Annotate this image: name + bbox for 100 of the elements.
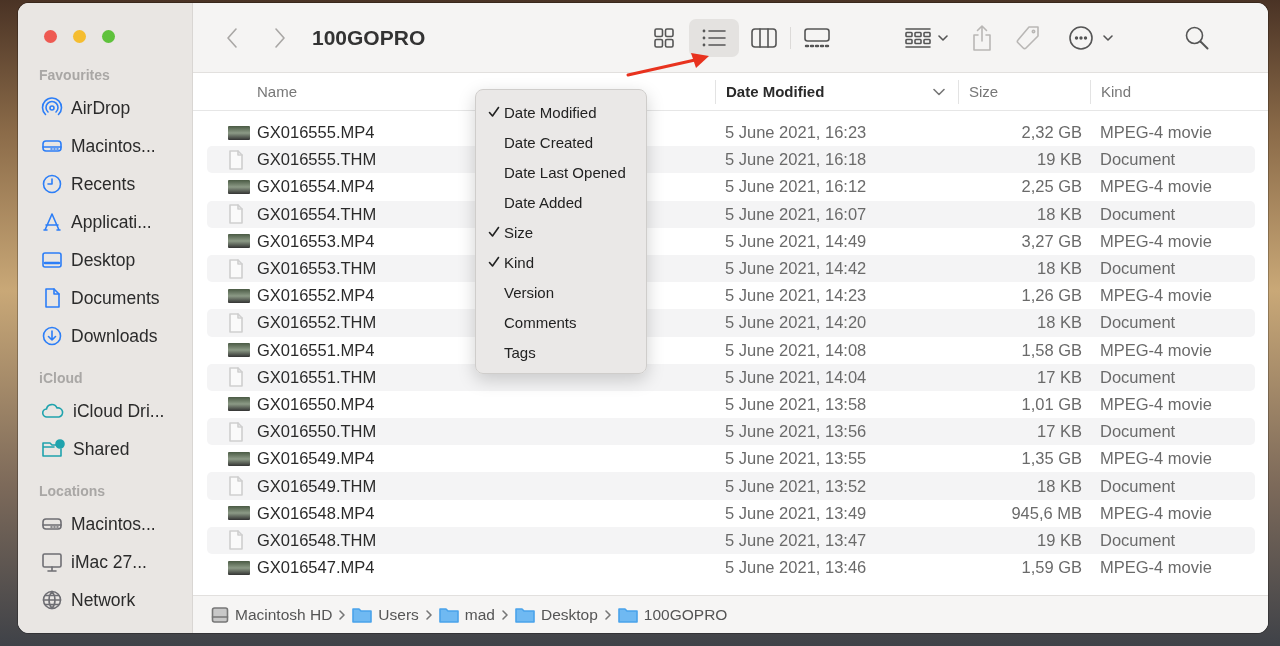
file-size: 2,32 GB [1020, 123, 1083, 143]
video-thumbnail [228, 179, 250, 194]
file-name: GX016555.MP4 [257, 123, 375, 143]
file-name: GX016550.MP4 [257, 394, 375, 414]
date-modified: 5 June 2021, 16:23 [724, 123, 868, 143]
file-size: 17 KB [1036, 367, 1083, 387]
date-modified: 5 June 2021, 14:49 [724, 231, 868, 251]
column-header[interactable]: Date Modified [715, 79, 958, 104]
sidebar-item[interactable]: Applicati... [71, 211, 152, 233]
sidebar-item[interactable]: Macintos... [71, 135, 156, 157]
file-size: 1,01 GB [1020, 394, 1083, 414]
forward-chevron-icon [273, 25, 287, 50]
date-modified: 5 June 2021, 14:20 [724, 313, 868, 333]
checkmark-icon [488, 256, 500, 268]
file-size: 18 KB [1036, 204, 1083, 224]
sidebar-item[interactable]: Shared [73, 438, 130, 460]
document-icon [228, 149, 244, 170]
file-kind: MPEG-4 movie [1099, 123, 1213, 143]
file-name: GX016547.MP4 [257, 558, 375, 578]
file-size: 945,6 MB [1010, 503, 1083, 523]
shared-folder-icon [41, 438, 65, 460]
file-name: GX016549.THM [257, 476, 377, 496]
sidebar-item[interactable]: Desktop [71, 249, 136, 271]
menu-item[interactable]: Comments [476, 307, 646, 337]
document-icon [228, 258, 244, 279]
file-kind: MPEG-4 movie [1099, 177, 1213, 197]
column-header[interactable]: Kind [1090, 79, 1255, 104]
menu-item[interactable]: Kind [476, 247, 646, 277]
download-icon [41, 325, 63, 347]
checkmark-icon [488, 106, 500, 118]
back-chevron-icon [225, 25, 239, 50]
menu-item[interactable]: Version [476, 277, 646, 307]
date-modified: 5 June 2021, 13:46 [724, 558, 868, 578]
file-name: GX016548.MP4 [257, 503, 375, 523]
sidebar-heading: Locations [38, 483, 106, 499]
file-name: GX016548.THM [257, 530, 377, 550]
document-icon [228, 530, 244, 551]
folder-icon [352, 606, 373, 623]
sidebar-item[interactable]: Macintos... [71, 513, 156, 535]
folder-icon [617, 606, 638, 623]
menu-item[interactable]: Date Created [476, 127, 646, 157]
date-modified: 5 June 2021, 14:23 [724, 286, 868, 306]
search-icon [1184, 24, 1211, 51]
file-kind: Document [1099, 422, 1177, 442]
date-modified: 5 June 2021, 16:12 [724, 177, 868, 197]
separator-chevron-icon [501, 608, 509, 621]
checkmark-icon [488, 226, 500, 238]
sidebar-item[interactable]: Downloads [71, 325, 158, 347]
path-item[interactable]: Desktop [541, 605, 598, 624]
file-name: GX016550.THM [257, 422, 377, 442]
date-modified: 5 June 2021, 14:08 [724, 340, 868, 360]
video-thumbnail [228, 451, 250, 466]
date-modified: 5 June 2021, 13:52 [724, 476, 868, 496]
file-kind: Document [1099, 204, 1177, 224]
clock-icon [41, 173, 63, 195]
sort-chevron-icon [933, 87, 945, 96]
path-item[interactable]: mad [464, 605, 495, 624]
menu-item[interactable]: Date Last Opened [476, 157, 646, 187]
path-item[interactable]: Macintosh HD [235, 605, 333, 624]
close-button[interactable] [44, 30, 57, 43]
file-kind: MPEG-4 movie [1099, 286, 1213, 306]
sidebar-heading: iCloud [38, 370, 83, 386]
sidebar-item[interactable]: Recents [71, 173, 136, 195]
file-name: GX016553.MP4 [257, 231, 375, 251]
view-button[interactable] [689, 18, 740, 57]
document-icon [228, 204, 244, 225]
file-kind: MPEG-4 movie [1099, 558, 1213, 578]
date-modified: 5 June 2021, 13:58 [724, 394, 868, 414]
file-name: GX016555.THM [257, 150, 377, 170]
file-kind: Document [1099, 150, 1177, 170]
file-kind: MPEG-4 movie [1099, 449, 1213, 469]
sidebar-item[interactable]: Network [71, 589, 136, 611]
menu-item[interactable]: Date Added [476, 187, 646, 217]
file-kind: MPEG-4 movie [1099, 394, 1213, 414]
date-modified: 5 June 2021, 13:47 [724, 530, 868, 550]
document-icon [228, 312, 244, 333]
date-modified: 5 June 2021, 14:42 [724, 259, 868, 279]
file-name: GX016552.MP4 [257, 286, 375, 306]
menu-item[interactable]: Tags [476, 337, 646, 367]
folder-icon [438, 606, 459, 623]
file-size: 1,35 GB [1020, 449, 1083, 469]
video-thumbnail [228, 560, 250, 575]
file-size: 1,59 GB [1020, 558, 1083, 578]
path-item[interactable]: Users [378, 605, 419, 624]
grid-view-icon [652, 25, 677, 50]
sidebar-item[interactable]: Documents [71, 287, 160, 309]
monitor-icon [41, 551, 63, 573]
file-kind: Document [1099, 367, 1177, 387]
gallery-view-icon [803, 25, 832, 50]
video-thumbnail [228, 506, 250, 521]
video-thumbnail [228, 125, 250, 140]
menu-item[interactable]: Size [476, 217, 646, 247]
date-modified: 5 June 2021, 13:55 [724, 449, 868, 469]
column-header[interactable]: Size [958, 79, 1090, 104]
path-item[interactable]: 100GOPRO [643, 605, 728, 624]
video-thumbnail [228, 288, 250, 303]
file-size: 19 KB [1036, 150, 1083, 170]
sidebar-item[interactable]: iCloud Dri... [73, 400, 165, 422]
sidebar-item[interactable]: AirDrop [71, 97, 131, 119]
sidebar-item[interactable]: iMac 27... [71, 551, 147, 573]
